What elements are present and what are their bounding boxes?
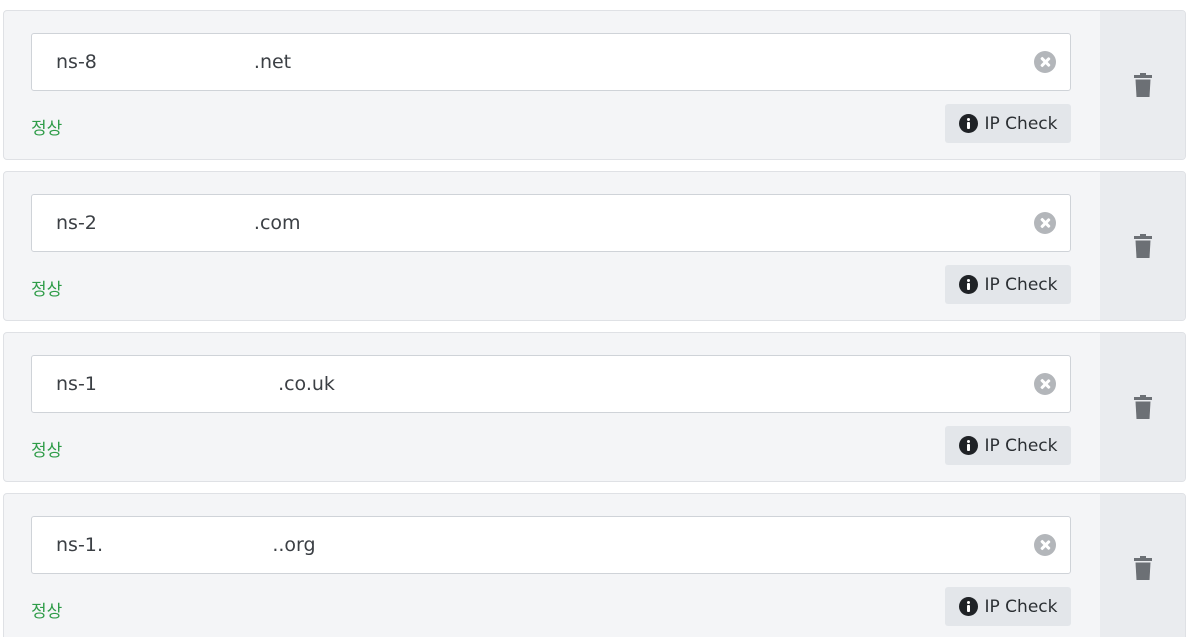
nameserver-field[interactable] xyxy=(31,194,1071,252)
ip-check-button[interactable]: IP Check xyxy=(945,587,1071,626)
status-label: 정상 xyxy=(31,441,63,461)
ip-check-button[interactable]: IP Check xyxy=(945,265,1071,304)
status-label: 정상 xyxy=(31,280,63,300)
info-icon xyxy=(958,436,978,455)
status-label: 정상 xyxy=(31,602,63,622)
info-icon xyxy=(958,114,978,133)
ip-check-button[interactable]: IP Check xyxy=(945,426,1071,465)
ip-check-label: IP Check xyxy=(984,596,1058,617)
nameserver-card: 정상 IP Check xyxy=(3,493,1186,637)
nameserver-field[interactable] xyxy=(31,33,1071,91)
clear-icon[interactable] xyxy=(1034,534,1056,556)
info-icon xyxy=(958,597,978,616)
delete-button[interactable] xyxy=(1100,494,1185,637)
nameserver-card: 정상 IP Check xyxy=(3,171,1186,321)
delete-button[interactable] xyxy=(1100,11,1185,159)
clear-icon[interactable] xyxy=(1034,212,1056,234)
info-icon xyxy=(958,275,978,294)
nameserver-list: 정상 IP Check 정상 IP Check xyxy=(0,0,1188,637)
nameserver-input[interactable] xyxy=(32,356,1022,412)
trash-icon xyxy=(1133,234,1152,258)
ip-check-label: IP Check xyxy=(984,274,1058,295)
trash-icon xyxy=(1133,556,1152,580)
delete-button[interactable] xyxy=(1100,172,1185,320)
clear-icon[interactable] xyxy=(1034,51,1056,73)
nameserver-input[interactable] xyxy=(32,195,1022,251)
nameserver-input[interactable] xyxy=(32,517,1022,573)
trash-icon xyxy=(1133,395,1152,419)
ip-check-label: IP Check xyxy=(984,113,1058,134)
nameserver-card: 정상 IP Check xyxy=(3,332,1186,482)
nameserver-field[interactable] xyxy=(31,516,1071,574)
nameserver-field[interactable] xyxy=(31,355,1071,413)
nameserver-card: 정상 IP Check xyxy=(3,10,1186,160)
nameserver-input[interactable] xyxy=(32,34,1022,90)
ip-check-button[interactable]: IP Check xyxy=(945,104,1071,143)
trash-icon xyxy=(1133,73,1152,97)
status-label: 정상 xyxy=(31,119,63,139)
clear-icon[interactable] xyxy=(1034,373,1056,395)
ip-check-label: IP Check xyxy=(984,435,1058,456)
delete-button[interactable] xyxy=(1100,333,1185,481)
